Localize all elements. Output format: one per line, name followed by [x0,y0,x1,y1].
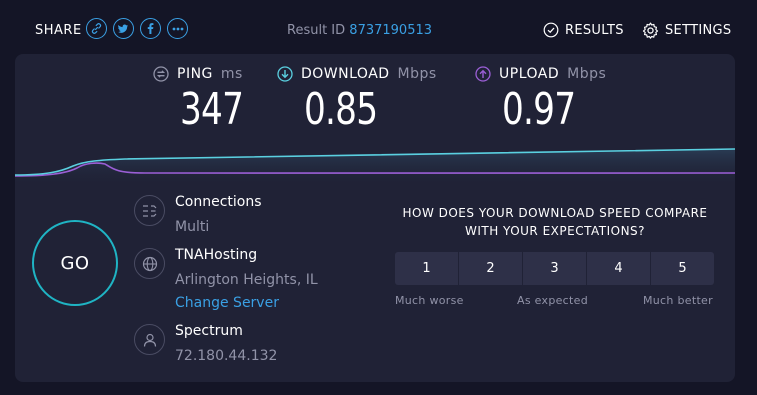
result-id: Result ID 8737190513 [287,23,432,38]
rating-option-2[interactable]: 2 [459,252,522,285]
rating-option-1[interactable]: 1 [395,252,458,285]
twitter-icon[interactable] [113,18,134,39]
top-bar: SHARE Result ID 8737190513 RESULTS SETTI… [0,0,757,54]
settings-label: SETTINGS [665,23,732,38]
download-unit: Mbps [397,66,437,82]
download-value: 0.85 [304,84,378,135]
user-icon [134,324,165,355]
server-location: Arlington Heights, IL [175,272,318,288]
gear-icon [642,22,659,39]
rating-option-4[interactable]: 4 [587,252,650,285]
ping-icon [153,66,169,82]
results-panel: PING ms 347 DOWNLOAD Mbps 0.85 UPLOAD Mb… [15,54,735,382]
rating-scale: 1 2 3 4 5 [395,252,714,285]
settings-link[interactable]: SETTINGS [642,22,731,39]
upload-unit: Mbps [567,66,607,82]
upload-metric: UPLOAD Mbps 0.97 [475,66,606,134]
ping-value: 347 [180,84,244,135]
scale-low-label: Much worse [395,294,464,307]
scale-high-label: Much better [643,294,713,307]
check-circle-icon [543,22,559,38]
upload-icon [475,66,491,82]
survey-question: HOW DOES YOUR DOWNLOAD SPEED COMPARE WIT… [402,206,708,238]
ping-unit: ms [220,66,243,82]
connections-icon [134,195,165,226]
share-icons [86,18,188,39]
result-id-label: Result ID [287,23,346,38]
speed-graph [15,148,735,187]
share-label: SHARE [35,23,82,38]
ping-metric: PING ms 347 [153,66,261,134]
scale-mid-label: As expected [517,294,588,307]
connections-title: Connections [175,194,262,210]
download-metric: DOWNLOAD Mbps 0.85 [277,66,437,134]
isp-info: Spectrum 72.180.44.132 [134,321,277,366]
go-button[interactable]: GO [32,220,118,306]
connections-value[interactable]: Multi [175,217,262,237]
isp-ip: 72.180.44.132 [175,348,278,364]
download-label: DOWNLOAD [301,66,390,82]
ping-label: PING [177,66,213,82]
server-info: TNAHosting Arlington Heights, IL Change … [134,245,318,313]
facebook-icon[interactable] [140,18,161,39]
link-icon[interactable] [86,18,107,39]
result-id-number[interactable]: 8737190513 [349,23,432,38]
globe-icon [134,248,165,279]
rating-option-5[interactable]: 5 [651,252,714,285]
upload-label: UPLOAD [499,66,560,82]
more-icon[interactable] [167,18,188,39]
results-label: RESULTS [565,22,624,38]
connections-info: Connections Multi [134,192,262,237]
isp-name: Spectrum [175,323,243,339]
server-host: TNAHosting [175,247,258,263]
results-link[interactable]: RESULTS [543,22,624,38]
change-server-link[interactable]: Change Server [175,293,318,313]
download-icon [277,66,293,82]
rating-option-3[interactable]: 3 [523,252,586,285]
upload-value: 0.97 [502,84,576,135]
